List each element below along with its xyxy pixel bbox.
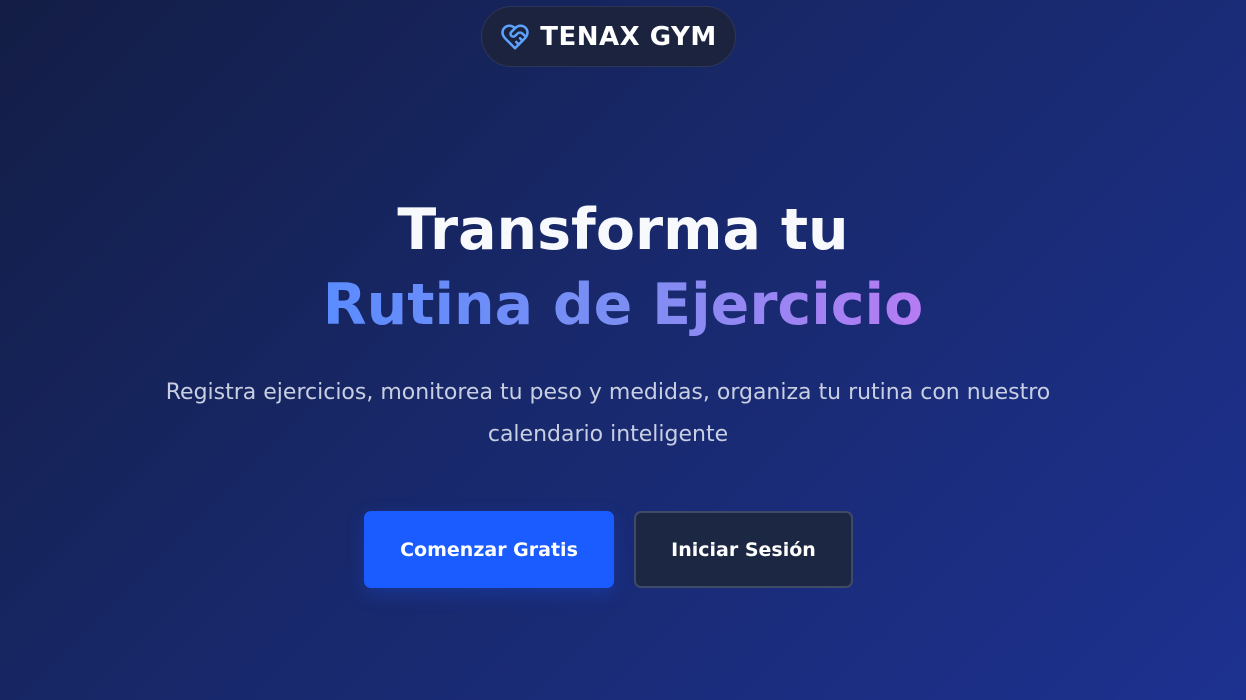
brand-name: TENAX GYM [540,21,717,52]
heart-handshake-icon [500,22,530,52]
hero-subtitle-line2: calendario inteligente [487,422,729,447]
hero-title-line2: Rutina de Ejercicio [0,277,1246,334]
brand-badge[interactable]: TENAX GYM [481,6,736,67]
hero-subtitle-line1: Registra ejercicios, monitorea tu peso y… [165,380,1051,405]
start-free-button[interactable]: Comenzar Gratis [364,511,614,588]
hero-subtitle: Registra ejercicios, monitorea tu peso y… [163,372,1053,456]
hero-title-highlight: Rutina de Ejercicio [322,272,924,338]
login-button[interactable]: Iniciar Sesión [634,511,853,588]
hero-title-line1: Transforma tu [397,197,849,263]
